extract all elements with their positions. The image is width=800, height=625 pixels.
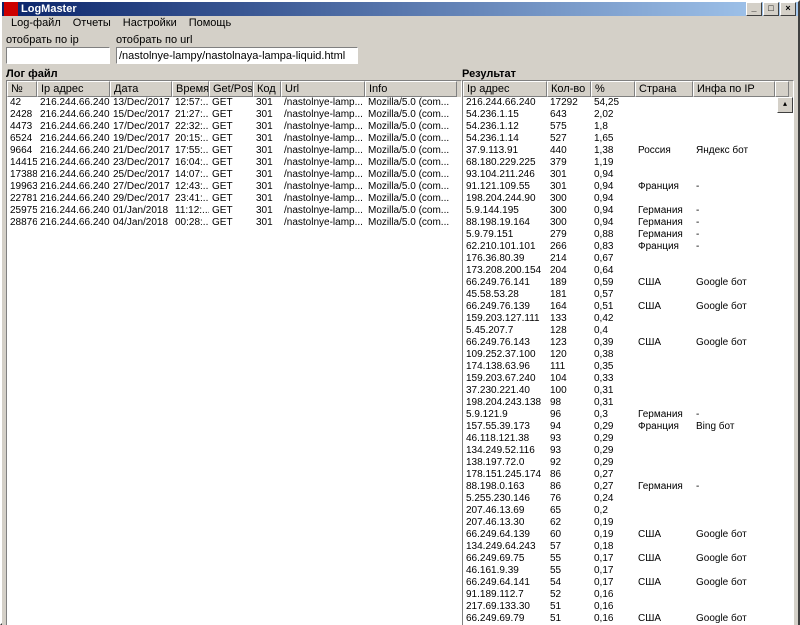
table-row[interactable]: 109.252.37.1001200,38 <box>463 349 793 361</box>
table-row[interactable]: 216.244.66.2401729254,25 <box>463 97 793 109</box>
log-table: №Ip адресДатаВремяGet/PostКодUrlInfo 422… <box>6 80 462 625</box>
table-row[interactable]: 22781216.244.66.24029/Dec/201723:41:...G… <box>7 193 461 205</box>
scroll-up-button[interactable]: ▴ <box>777 97 793 113</box>
main-window: LogMaster _ □ × Log-файл Отчеты Настройк… <box>0 0 800 625</box>
menu-reports[interactable]: Отчеты <box>67 16 117 30</box>
table-row[interactable]: 5.9.144.1953000,94Германия- <box>463 205 793 217</box>
scroll-header <box>775 81 789 97</box>
table-row[interactable]: 66.249.76.1411890,59СШАGoogle бот <box>463 277 793 289</box>
table-row[interactable]: 17388216.244.66.24025/Dec/201714:07:...G… <box>7 169 461 181</box>
table-row[interactable]: 42216.244.66.24013/Dec/201712:57:...GET3… <box>7 97 461 109</box>
table-row[interactable]: 54.236.1.145271,65 <box>463 133 793 145</box>
table-row[interactable]: 138.197.72.0920,29 <box>463 457 793 469</box>
maximize-button[interactable]: □ <box>763 2 779 16</box>
result-table: Ip адресКол-во%СтранаИнфа по IP 216.244.… <box>462 80 794 625</box>
table-row[interactable]: 37.230.221.401000,31 <box>463 385 793 397</box>
table-row[interactable]: 5.255.230.146760,24 <box>463 493 793 505</box>
table-row[interactable]: 66.249.64.141540,17СШАGoogle бот <box>463 577 793 589</box>
right-table-title: Результат <box>462 68 516 80</box>
filter-url-input[interactable] <box>116 47 358 64</box>
table-row[interactable]: 157.55.39.173940,29ФранцияBing бот <box>463 421 793 433</box>
log-col-header[interactable]: Info <box>365 81 457 97</box>
table-row[interactable]: 25975216.244.66.24001/Jan/201811:12:...G… <box>7 205 461 217</box>
table-row[interactable]: 28876216.244.66.24004/Jan/201800:28:...G… <box>7 217 461 229</box>
table-row[interactable]: 19963216.244.66.24027/Dec/201712:43:...G… <box>7 181 461 193</box>
table-row[interactable]: 66.249.64.139600,19СШАGoogle бот <box>463 529 793 541</box>
titlebar[interactable]: LogMaster _ □ × <box>2 2 798 16</box>
table-row[interactable]: 159.203.127.1111330,42 <box>463 313 793 325</box>
app-icon <box>4 2 18 16</box>
table-row[interactable]: 54.236.1.156432,02 <box>463 109 793 121</box>
table-row[interactable]: 2428216.244.66.24015/Dec/201721:27:...GE… <box>7 109 461 121</box>
result-col-header[interactable]: Ip адрес <box>463 81 547 97</box>
table-row[interactable]: 5.45.207.71280,4 <box>463 325 793 337</box>
window-title: LogMaster <box>21 3 746 15</box>
table-row[interactable]: 54.236.1.125751,8 <box>463 121 793 133</box>
table-row[interactable]: 9664216.244.66.24021/Dec/201717:55:...GE… <box>7 145 461 157</box>
table-row[interactable]: 46.118.121.38930,29 <box>463 433 793 445</box>
log-col-header[interactable]: Код <box>253 81 281 97</box>
table-row[interactable]: 134.249.52.116930,29 <box>463 445 793 457</box>
table-row[interactable]: 207.46.13.30620,19 <box>463 517 793 529</box>
log-col-header[interactable]: Get/Post <box>209 81 253 97</box>
table-row[interactable]: 198.204.244.903000,94 <box>463 193 793 205</box>
result-col-header[interactable]: % <box>591 81 635 97</box>
filter-url-label: отобрать по url <box>116 34 358 46</box>
filter-ip-input[interactable] <box>6 47 110 64</box>
table-row[interactable]: 4473216.244.66.24017/Dec/201722:32:...GE… <box>7 121 461 133</box>
result-col-header[interactable]: Кол-во <box>547 81 591 97</box>
table-row[interactable]: 46.161.9.39550,17 <box>463 565 793 577</box>
log-col-header[interactable]: Ip адрес <box>37 81 110 97</box>
close-button[interactable]: × <box>780 2 796 16</box>
table-row[interactable]: 91.189.112.7520,16 <box>463 589 793 601</box>
table-row[interactable]: 68.180.229.2253791,19 <box>463 157 793 169</box>
menu-help[interactable]: Помощь <box>183 16 238 30</box>
log-col-header[interactable]: Url <box>281 81 365 97</box>
table-row[interactable]: 173.208.200.1542040,64 <box>463 265 793 277</box>
table-row[interactable]: 14415216.244.66.24023/Dec/201716:04:...G… <box>7 157 461 169</box>
log-col-header[interactable]: № <box>7 81 37 97</box>
table-row[interactable]: 176.36.80.392140,67 <box>463 253 793 265</box>
table-row[interactable]: 66.249.69.79510,16СШАGoogle бот <box>463 613 793 625</box>
table-row[interactable]: 88.198.19.1643000,94Германия- <box>463 217 793 229</box>
result-table-body[interactable]: 216.244.66.2401729254,2554.236.1.156432,… <box>463 97 793 625</box>
table-row[interactable]: 6524216.244.66.24019/Dec/201720:15:...GE… <box>7 133 461 145</box>
table-row[interactable]: 159.203.67.2401040,33 <box>463 373 793 385</box>
menu-settings[interactable]: Настройки <box>117 16 183 30</box>
table-row[interactable]: 207.46.13.69650,2 <box>463 505 793 517</box>
log-col-header[interactable]: Время <box>172 81 209 97</box>
table-row[interactable]: 37.9.113.914401,38РоссияЯндекс бот <box>463 145 793 157</box>
log-table-body[interactable]: 42216.244.66.24013/Dec/201712:57:...GET3… <box>7 97 461 625</box>
table-row[interactable]: 66.249.76.1391640,51СШАGoogle бот <box>463 301 793 313</box>
result-col-header[interactable]: Инфа по IP <box>693 81 775 97</box>
table-row[interactable]: 134.249.64.243570,18 <box>463 541 793 553</box>
menu-logfile[interactable]: Log-файл <box>5 16 67 30</box>
table-row[interactable]: 178.151.245.174860,27 <box>463 469 793 481</box>
table-row[interactable]: 91.121.109.553010,94Франция- <box>463 181 793 193</box>
table-row[interactable]: 93.104.211.2463010,94 <box>463 169 793 181</box>
minimize-button[interactable]: _ <box>746 2 762 16</box>
table-row[interactable]: 88.198.0.163860,27Германия- <box>463 481 793 493</box>
table-row[interactable]: 198.204.243.138980,31 <box>463 397 793 409</box>
table-row[interactable]: 45.58.53.281810,57 <box>463 289 793 301</box>
result-col-header[interactable]: Страна <box>635 81 693 97</box>
table-row[interactable]: 5.9.79.1512790,88Германия- <box>463 229 793 241</box>
table-row[interactable]: 66.249.69.75550,17СШАGoogle бот <box>463 553 793 565</box>
log-col-header[interactable]: Дата <box>110 81 172 97</box>
table-row[interactable]: 217.69.133.30510,16 <box>463 601 793 613</box>
menubar: Log-файл Отчеты Настройки Помощь <box>2 16 798 30</box>
left-table-title: Лог файл <box>6 68 462 80</box>
table-row[interactable]: 5.9.121.9960,3Германия- <box>463 409 793 421</box>
table-row[interactable]: 174.138.63.961110,35 <box>463 361 793 373</box>
filter-ip-label: отобрать по ip <box>6 34 110 46</box>
table-row[interactable]: 66.249.76.1431230,39СШАGoogle бот <box>463 337 793 349</box>
table-row[interactable]: 62.210.101.1012660,83Франция- <box>463 241 793 253</box>
